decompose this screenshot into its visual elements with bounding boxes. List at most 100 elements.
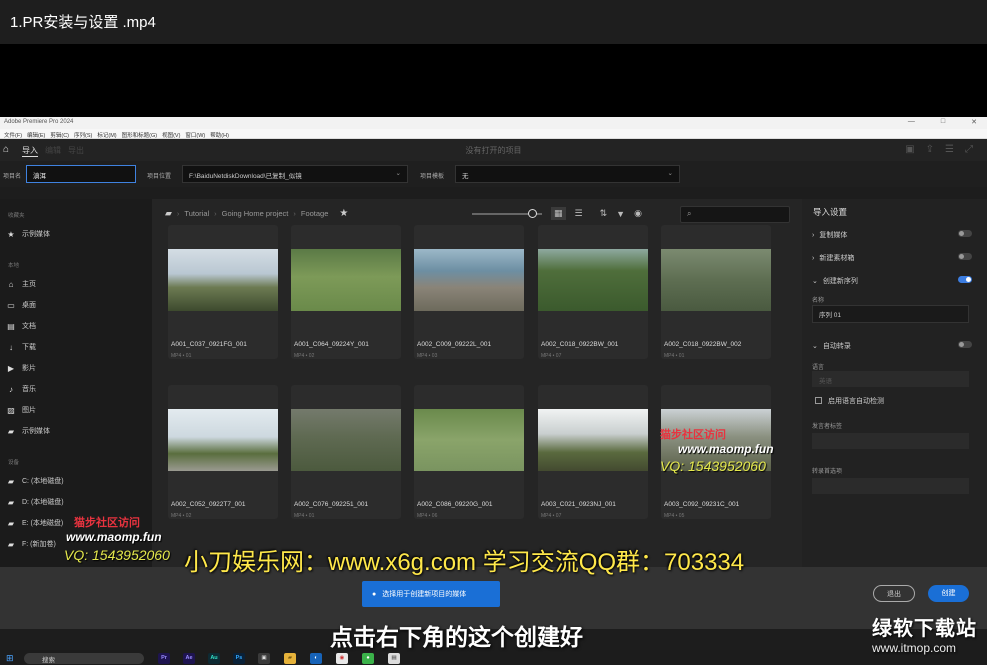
create-sequence-toggle[interactable] — [958, 276, 972, 283]
clip-card[interactable]: A002_C086_09220G_001 MP4 • 06 — [414, 385, 524, 519]
transcribe-pref-select[interactable] — [812, 478, 969, 494]
clip-card[interactable]: A002_C018_0922BW_002 MP4 • 01 — [661, 225, 771, 359]
clip-card[interactable]: A002_C009_09222L_001 MP4 • 03 — [414, 225, 524, 359]
copy-media-row[interactable]: › 复制媒体 — [812, 230, 972, 240]
breadcrumb-item[interactable]: Going Home project — [222, 209, 289, 218]
clip-thumbnail[interactable] — [291, 249, 401, 311]
photoshop-app-icon[interactable]: Ps — [233, 653, 245, 664]
create-sequence-row[interactable]: ⌄ 创建新序列 — [812, 276, 972, 286]
minimize-icon[interactable]: — — [908, 118, 915, 126]
sidebar-item-drive-f[interactable]: ▰ F: (新加卷) — [6, 539, 56, 549]
workspace-icon[interactable]: ▣ — [905, 144, 914, 155]
clip-card[interactable]: A003_C021_0923NJ_001 MP4 • 07 — [538, 385, 648, 519]
sidebar-item-sample-media[interactable]: ★ 示例媒体 — [6, 229, 50, 239]
app-icon[interactable]: ▤ — [388, 653, 400, 664]
sidebar-item-sample-media-local[interactable]: ▰ 示例媒体 — [6, 426, 50, 436]
after-effects-app-icon[interactable]: Ae — [183, 653, 195, 664]
folder-icon[interactable]: ▰ — [165, 208, 172, 219]
clip-thumbnail[interactable] — [661, 249, 771, 311]
create-button[interactable]: 创建 — [928, 585, 969, 602]
home-icon: ⌂ — [8, 279, 14, 289]
menu-sequence[interactable]: 序列(S) — [74, 131, 92, 139]
clip-meta: MP4 • 03 — [417, 353, 438, 359]
thumbnail-size-slider[interactable] — [472, 208, 542, 218]
premiere-app-icon[interactable]: Pr — [158, 653, 170, 664]
sidebar-item-music[interactable]: ♪ 音乐 — [6, 384, 36, 394]
clip-card[interactable]: A002_C052_0922T7_001 MP4 • 02 — [168, 385, 278, 519]
menu-graphics[interactable]: 图形和标题(G) — [122, 131, 157, 139]
clip-thumbnail[interactable] — [168, 249, 278, 311]
fullscreen-icon[interactable]: ⤢ — [965, 144, 973, 155]
sequence-name-input[interactable]: 序列 01 — [812, 305, 969, 323]
sort-icon[interactable]: ⇅ — [600, 208, 608, 219]
location-select[interactable]: F:\BaiduNetdiskDownload\已复制_似镜 ⌄ — [182, 165, 408, 183]
copy-media-toggle[interactable] — [958, 230, 972, 237]
speaker-select[interactable] — [812, 433, 969, 449]
sidebar-item-videos[interactable]: ▶ 影片 — [6, 363, 36, 373]
clip-name: A003_C021_0923NJ_001 — [541, 501, 616, 508]
clip-thumbnail[interactable] — [291, 409, 401, 471]
new-bin-row[interactable]: › 新建素材箱 — [812, 253, 972, 263]
audition-app-icon[interactable]: Au — [208, 653, 220, 664]
app-icon[interactable]: ▣ — [258, 653, 270, 664]
auto-transcribe-toggle[interactable] — [958, 341, 972, 348]
menu-markers[interactable]: 标记(M) — [97, 131, 116, 139]
chrome-icon[interactable]: ◉ — [336, 653, 348, 664]
clip-thumbnail[interactable] — [538, 409, 648, 471]
sidebar-item-documents[interactable]: ▤ 文档 — [6, 321, 36, 331]
template-select[interactable]: 无 ⌄ — [455, 165, 680, 183]
clip-thumbnail[interactable] — [168, 409, 278, 471]
panels-icon[interactable]: ☰ — [945, 144, 954, 155]
clip-thumbnail[interactable] — [414, 249, 524, 311]
filter-icon[interactable]: ▼ — [616, 209, 625, 219]
menu-clip[interactable]: 剪辑(C) — [50, 131, 69, 139]
project-name-input[interactable]: 滇洱 — [26, 165, 136, 183]
share-icon[interactable]: ⇪ — [926, 144, 934, 155]
clip-thumbnail[interactable] — [538, 249, 648, 311]
breadcrumb-item[interactable]: Footage — [301, 209, 329, 218]
clip-card[interactable]: A002_C076_092251_001 MP4 • 01 — [291, 385, 401, 519]
sidebar-item-drive-d[interactable]: ▰ D: (本地磁盘) — [6, 497, 64, 507]
browser-icon[interactable]: ◐ — [310, 653, 322, 664]
video-subtitle: 点击右下角的这个创建好 — [330, 624, 583, 650]
sidebar-item-home[interactable]: ⌂ 主页 — [6, 279, 36, 289]
slider-knob[interactable] — [527, 208, 537, 218]
image-icon: ▨ — [7, 405, 15, 415]
clip-thumbnail[interactable] — [414, 409, 524, 471]
menu-edit[interactable]: 编辑(E) — [27, 131, 45, 139]
new-bin-toggle[interactable] — [958, 253, 972, 260]
breadcrumb: ▰ › Tutorial › Going Home project › Foot… — [165, 208, 349, 219]
taskbar-search[interactable]: 搜索 — [24, 653, 144, 664]
clip-card[interactable]: A002_C018_0922BW_001 MP4 • 07 — [538, 225, 648, 359]
clip-card[interactable]: A001_C037_0921FG_001 MP4 • 01 — [168, 225, 278, 359]
exit-button[interactable]: 退出 — [873, 585, 915, 602]
star-icon: ★ — [7, 229, 15, 239]
close-icon[interactable]: ✕ — [971, 118, 977, 126]
name-label: 名称 — [812, 298, 825, 304]
select-media-button[interactable]: ● 选择用于创建新项目的媒体 — [362, 581, 500, 607]
auto-detect-checkbox[interactable] — [815, 397, 822, 404]
clip-card[interactable]: A001_C064_09224Y_001 MP4 • 02 — [291, 225, 401, 359]
app-icon[interactable]: ● — [362, 653, 374, 664]
sidebar-item-drive-e[interactable]: ▰ E: (本地磁盘) — [6, 518, 63, 528]
menu-help[interactable]: 帮助(H) — [210, 131, 229, 139]
maximize-icon[interactable]: □ — [941, 118, 945, 126]
auto-transcribe-row[interactable]: ⌄ 自动转录 — [812, 341, 972, 351]
eye-icon[interactable]: ◉ — [634, 208, 642, 219]
menu-window[interactable]: 窗口(W) — [185, 131, 205, 139]
sidebar-item-drive-c[interactable]: ▰ C: (本地磁盘) — [6, 476, 64, 486]
sidebar-item-desktop[interactable]: ▭ 桌面 — [6, 300, 36, 310]
star-icon[interactable]: ★ — [339, 208, 348, 219]
breadcrumb-item[interactable]: Tutorial — [184, 209, 209, 218]
menu-view[interactable]: 视图(V) — [162, 131, 180, 139]
language-select[interactable]: 英语 — [812, 371, 969, 387]
windows-start-icon[interactable]: ⊞ — [6, 653, 14, 664]
sidebar-item-pictures[interactable]: ▨ 图片 — [6, 405, 36, 415]
sidebar-item-downloads[interactable]: ↓ 下载 — [6, 342, 36, 352]
clip-name: A002_C009_09222L_001 — [417, 341, 492, 348]
grid-view-icon[interactable]: ▦ — [551, 207, 566, 220]
list-view-icon[interactable]: ☰ — [575, 208, 583, 219]
search-input[interactable]: ⌕ — [680, 206, 790, 223]
folder-icon[interactable]: ▰ — [284, 653, 296, 664]
menu-file[interactable]: 文件(F) — [4, 131, 22, 139]
